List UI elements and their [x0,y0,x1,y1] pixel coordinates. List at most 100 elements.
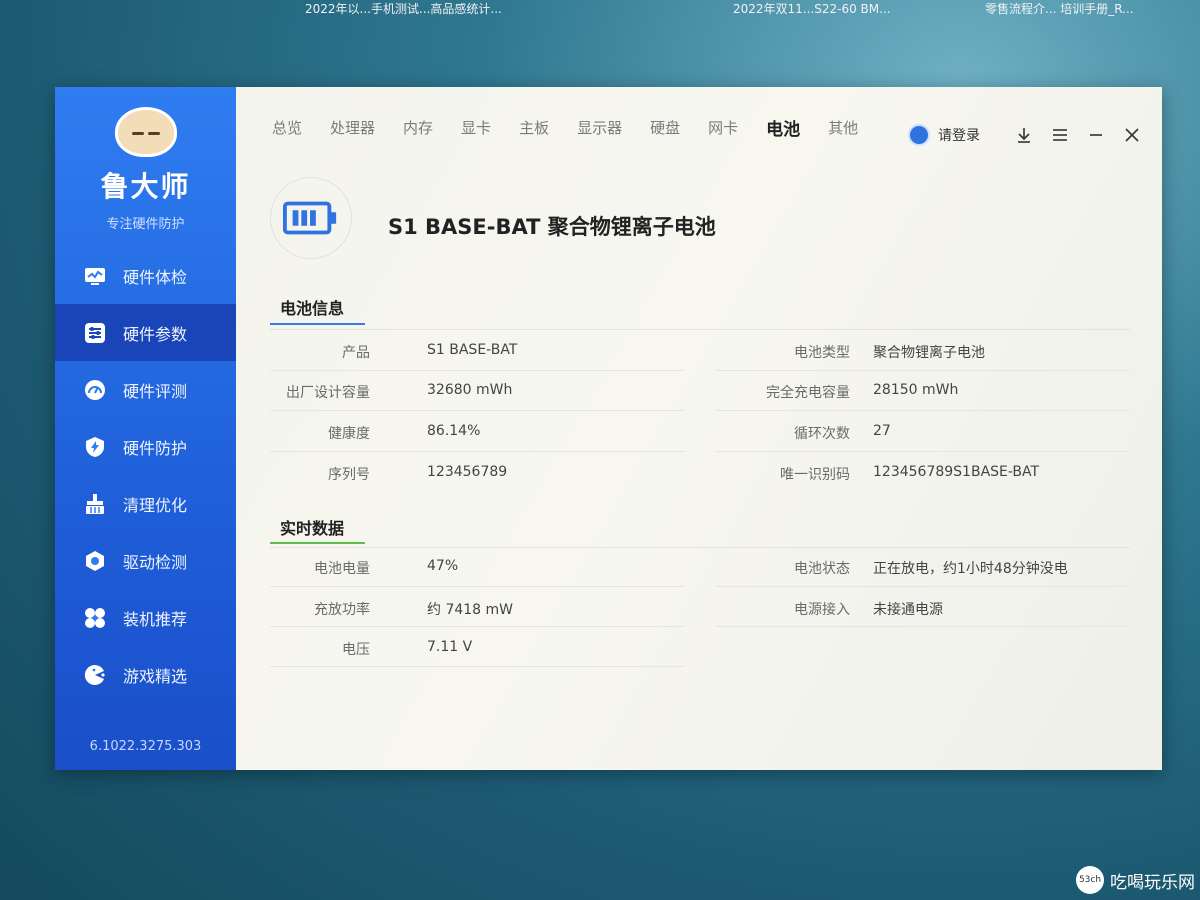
sidebar-item-benchmark[interactable]: 硬件评测 [55,361,236,418]
tab-gpu[interactable]: 显卡 [461,117,491,140]
tab-memory[interactable]: 内存 [403,117,433,140]
sidebar-item-games[interactable]: 游戏精选 [55,646,236,703]
battery-icon-badge [270,177,352,259]
tab-overview[interactable]: 总览 [272,117,302,140]
window-controls: 请登录 [908,124,1142,146]
field-value: 未接通电源 [873,602,943,618]
watermark-text: 吃喝玩乐网 [1110,872,1195,893]
sidebar-item-driver-check[interactable]: 驱动检测 [55,532,236,589]
field-label: 唯一识别码 [780,467,850,483]
sidebar-item-label: 硬件评测 [123,381,188,401]
shield-bolt-icon [83,435,107,459]
table-row: 出厂设计容量 32680 mWh 完全充电容量 28150 mWh [270,382,1130,422]
field-label: 电压 [342,642,370,658]
table-row: 电压 7.11 V [270,639,1130,679]
fan-icon [83,606,107,630]
category-tabs: 总览 处理器 内存 显卡 主板 显示器 硬盘 网卡 电池 其他 [272,117,886,140]
device-title: S1 BASE-BAT 聚合物锂离子电池 [388,215,716,239]
field-value: 86.14% [427,423,481,439]
sidebar-item-hardware-params[interactable]: 硬件参数 [55,304,236,361]
tab-monitor[interactable]: 显示器 [577,117,622,140]
field-label: 序列号 [328,467,370,483]
field-label: 出厂设计容量 [286,385,370,401]
field-value: 约 7418 mW [427,602,514,618]
tab-disk[interactable]: 硬盘 [650,117,680,140]
field-label: 健康度 [328,426,370,442]
desktop-file-label[interactable]: 2022年双11...S22-60 BM... [733,0,891,17]
tab-motherboard[interactable]: 主板 [519,117,549,140]
tab-battery[interactable]: 电池 [766,115,800,140]
field-label: 产品 [342,345,370,361]
sidebar-item-label: 装机推荐 [123,609,188,629]
tab-network[interactable]: 网卡 [708,117,738,140]
section-title-battery-info: 电池信息 [280,299,345,318]
app-window: 鲁大师 专注硬件防护 硬件体检 硬件参数 硬件评测 硬件防护 清理优化 驱动检测… [55,87,1162,770]
divider [270,451,685,452]
field-value: 123456789 [427,464,508,480]
minimize-icon[interactable] [1086,125,1106,145]
sidebar-item-cleanup[interactable]: 清理优化 [55,475,236,532]
field-value: 123456789S1BASE-BAT [873,464,1040,480]
sidebar-nav: 硬件体检 硬件参数 硬件评测 硬件防护 清理优化 驱动检测 装机推荐 游戏精选 [55,247,236,703]
table-row: 健康度 86.14% 循环次数 27 [270,423,1130,463]
download-icon[interactable] [1014,125,1034,145]
menu-icon[interactable] [1050,125,1070,145]
tab-other[interactable]: 其他 [828,117,858,140]
brand-slogan: 专注硬件防护 [106,217,185,232]
field-label: 电池电量 [314,561,370,577]
mascot-logo-icon [114,107,177,157]
field-value: 47% [427,558,459,574]
divider [270,370,685,371]
table-row: 电池电量 47% 电池状态 正在放电，约1小时48分钟没电 [270,558,1130,598]
close-icon[interactable] [1122,125,1142,145]
divider [270,666,685,667]
field-value: 32680 mWh [427,382,513,398]
brand-logo: 鲁大师 专注硬件防护 [55,107,236,232]
divider [716,410,1130,411]
watermark-badge: 53ch [1076,866,1104,894]
sidebar-item-label: 游戏精选 [123,666,188,686]
login-link[interactable]: 请登录 [938,125,980,145]
sidebar-item-hardware-check[interactable]: 硬件体检 [55,247,236,304]
table-row: 序列号 123456789 唯一识别码 123456789S1BASE-BAT [270,464,1130,504]
field-label: 循环次数 [794,426,850,442]
divider [270,329,1130,330]
broom-icon [83,492,107,516]
field-label: 电源接入 [794,602,850,618]
gauge-icon [83,378,107,402]
tab-cpu[interactable]: 处理器 [330,117,375,140]
desktop-file-label[interactable]: 零售流程介... 培训手册_R... [985,0,1134,17]
battery-icon [282,201,337,235]
divider [270,547,1130,548]
sliders-icon [83,321,107,345]
sidebar: 鲁大师 专注硬件防护 硬件体检 硬件参数 硬件评测 硬件防护 清理优化 驱动检测… [55,87,236,770]
brand-name: 鲁大师 [100,170,191,203]
field-label: 电池状态 [794,561,850,577]
sidebar-item-label: 清理优化 [123,495,188,515]
field-label: 电池类型 [794,345,850,361]
field-value: 27 [873,423,891,439]
field-value: 28150 mWh [873,382,959,398]
monitor-pulse-icon [83,264,107,288]
section-underline [270,323,365,325]
pacman-icon [83,663,107,687]
field-label: 充放功率 [314,602,370,618]
section-underline [270,542,365,544]
field-value: 7.11 V [427,639,473,655]
sidebar-item-build-recommend[interactable]: 装机推荐 [55,589,236,646]
table-row: 充放功率 约 7418 mW 电源接入 未接通电源 [270,599,1130,639]
sidebar-item-label: 硬件参数 [123,324,188,344]
divider [716,586,1130,587]
section-title-realtime: 实时数据 [280,519,345,538]
divider [716,451,1130,452]
sidebar-item-protection[interactable]: 硬件防护 [55,418,236,475]
user-avatar-icon[interactable] [908,124,930,146]
app-version: 6.1022.3275.303 [89,739,202,754]
divider [270,586,685,587]
table-row: 产品 S1 BASE-BAT 电池类型 聚合物锂离子电池 [270,342,1130,382]
sidebar-item-label: 硬件防护 [123,438,188,458]
field-value: 正在放电，约1小时48分钟没电 [873,561,1068,577]
desktop-file-label[interactable]: 2022年以...手机测试...高品感统计... [305,0,502,17]
field-value: S1 BASE-BAT [427,342,518,358]
sidebar-item-label: 驱动检测 [123,552,188,572]
